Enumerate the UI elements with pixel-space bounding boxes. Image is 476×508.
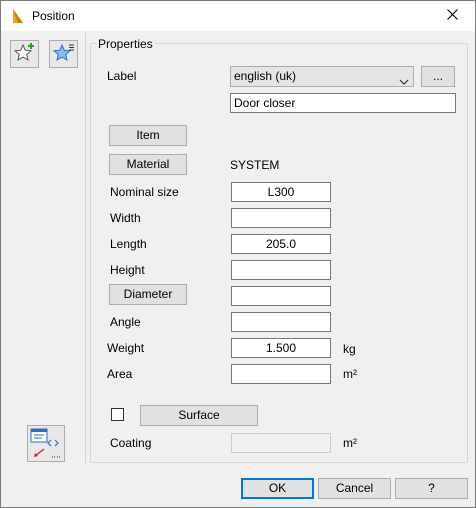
surface-checkbox[interactable] bbox=[111, 408, 124, 421]
favorites-list-button[interactable] bbox=[49, 40, 78, 68]
angle-input[interactable] bbox=[231, 312, 331, 332]
language-more-button[interactable]: ... bbox=[421, 66, 455, 87]
language-dropdown[interactable]: english (uk) bbox=[230, 66, 414, 87]
width-input[interactable] bbox=[231, 208, 331, 228]
app-logo-icon bbox=[10, 8, 26, 24]
add-favorite-button[interactable] bbox=[10, 40, 39, 68]
position-dialog: Position Properties Label english (uk) .… bbox=[0, 0, 476, 508]
weight-input[interactable]: 1.500 bbox=[231, 338, 331, 358]
coating-unit: m² bbox=[343, 436, 357, 450]
width-label: Width bbox=[110, 211, 141, 225]
star-list-icon bbox=[52, 42, 76, 67]
ok-button[interactable]: OK bbox=[241, 478, 314, 499]
area-label: Area bbox=[107, 367, 133, 381]
star-add-icon bbox=[13, 42, 37, 67]
code-view-icon bbox=[28, 428, 64, 464]
surface-button[interactable]: Surface bbox=[140, 405, 258, 426]
length-input[interactable]: 205.0 bbox=[231, 234, 331, 254]
material-value: SYSTEM bbox=[230, 158, 280, 172]
diameter-button[interactable]: Diameter bbox=[109, 284, 187, 305]
coating-label: Coating bbox=[110, 436, 152, 450]
area-unit: m² bbox=[343, 367, 357, 381]
material-button[interactable]: Material bbox=[109, 154, 187, 175]
length-label: Length bbox=[110, 237, 147, 251]
properties-group-title: Properties bbox=[96, 37, 155, 51]
help-button[interactable]: ? bbox=[395, 478, 468, 499]
cancel-button[interactable]: Cancel bbox=[318, 478, 391, 499]
height-label: Height bbox=[110, 263, 145, 277]
coating-input bbox=[231, 433, 331, 453]
nominal-size-input[interactable]: L300 bbox=[231, 182, 331, 202]
label-field-label: Label bbox=[107, 69, 137, 83]
area-input[interactable] bbox=[231, 364, 331, 384]
diameter-input[interactable] bbox=[231, 286, 331, 306]
weight-unit: kg bbox=[343, 342, 356, 356]
close-button[interactable] bbox=[429, 1, 475, 31]
panel-divider bbox=[85, 33, 87, 463]
angle-label: Angle bbox=[110, 315, 141, 329]
code-view-button[interactable] bbox=[27, 425, 65, 462]
window-title: Position bbox=[32, 9, 75, 23]
item-button[interactable]: Item bbox=[109, 125, 187, 146]
weight-label: Weight bbox=[107, 341, 145, 355]
language-dropdown-value: english (uk) bbox=[234, 69, 297, 83]
chevron-down-icon bbox=[399, 73, 409, 85]
title-bar: Position bbox=[1, 1, 475, 31]
close-icon bbox=[446, 9, 458, 23]
nominal-size-label: Nominal size bbox=[110, 185, 179, 199]
label-text-input[interactable]: Door closer bbox=[230, 93, 456, 113]
height-input[interactable] bbox=[231, 260, 331, 280]
